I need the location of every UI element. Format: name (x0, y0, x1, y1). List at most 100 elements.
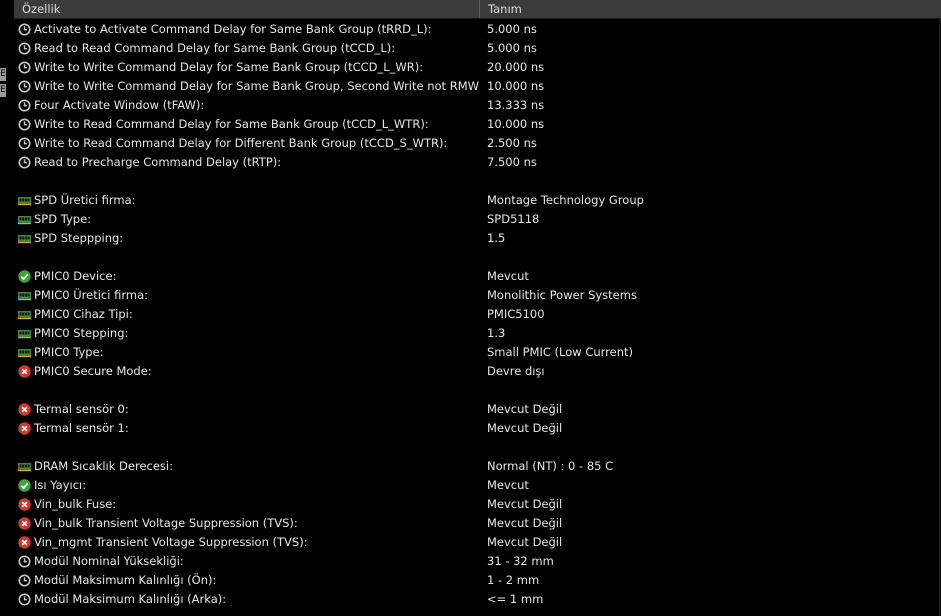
property-value: Mevcut Değil (487, 421, 563, 435)
clock-icon (18, 42, 31, 55)
property-value: 10.000 ns (487, 117, 545, 131)
property-label: Read to Read Command Delay for Same Bank… (34, 41, 396, 55)
table-row[interactable]: Modül Maksimum Kalınlığı (Arka): <= 1 mm (14, 590, 941, 609)
property-value: 2.500 ns (487, 136, 537, 150)
memory-module-icon (18, 232, 31, 245)
spacer-row (14, 172, 941, 191)
table-row[interactable]: Isı Yayıcı: Mevcut (14, 476, 941, 495)
column-header-property[interactable]: Özellik (14, 0, 480, 18)
property-value: 5.000 ns (487, 22, 537, 36)
property-label: PMIC0 Üretici firma: (34, 288, 148, 302)
table-row[interactable]: PMIC0 Cihaz Tipi: PMIC5100 (14, 305, 941, 324)
property-value: Mevcut (487, 478, 529, 492)
table-row[interactable]: Vin_mgmt Transient Voltage Suppression (… (14, 533, 941, 552)
memory-module-icon (18, 460, 31, 473)
property-label: Isı Yayıcı: (34, 478, 87, 492)
property-label: PMIC0 Cihaz Tipi: (34, 307, 133, 321)
clock-icon (18, 555, 31, 568)
table-row[interactable]: Vin_bulk Transient Voltage Suppression (… (14, 514, 941, 533)
property-label: PMIC0 Type: (34, 345, 104, 359)
table-row[interactable]: Four Activate Window (tFAW): 13.333 ns (14, 96, 941, 115)
clock-icon (18, 80, 31, 93)
property-value: Normal (NT) : 0 - 85 C (487, 459, 614, 473)
table-row[interactable]: Read to Precharge Command Delay (tRTP): 7… (14, 153, 941, 172)
property-value: Mevcut Değil (487, 535, 563, 549)
table-row[interactable]: Read to Read Command Delay for Same Bank… (14, 39, 941, 58)
table-row[interactable]: Termal sensör 0: Mevcut Değil (14, 400, 941, 419)
clock-icon (18, 156, 31, 169)
property-value: 1.3 (487, 326, 506, 340)
table-row[interactable]: PMIC0 Stepping: 1.3 (14, 324, 941, 343)
property-value: 20.000 ns (487, 60, 545, 74)
left-pane-item[interactable]: E (0, 84, 6, 97)
property-value: 5.000 ns (487, 41, 537, 55)
property-label: Modül Maksimum Kalınlığı (Ön): (34, 573, 217, 587)
table-row[interactable]: Write to Read Command Delay for Differen… (14, 134, 941, 153)
property-label: Vin_bulk Transient Voltage Suppression (… (34, 516, 298, 530)
clock-icon (18, 137, 31, 150)
property-value: Mevcut (487, 269, 529, 283)
property-value: <= 1 mm (487, 592, 544, 606)
property-value: 7.500 ns (487, 155, 537, 169)
check-icon (18, 270, 31, 283)
table-row[interactable]: Modül Maksimum Kalınlığı (Ön): 1 - 2 mm (14, 571, 941, 590)
memory-module-icon (18, 213, 31, 226)
clock-icon (18, 61, 31, 74)
property-value: 10.000 ns (487, 79, 545, 93)
clock-icon (18, 23, 31, 36)
table-row[interactable]: Termal sensör 1: Mevcut Değil (14, 419, 941, 438)
property-value: 31 - 32 mm (487, 554, 554, 568)
property-value: Montage Technology Group (487, 193, 644, 207)
property-label: DRAM Sıcaklık Derecesi: (34, 459, 173, 473)
spacer-row (14, 248, 941, 267)
property-label: Termal sensör 1: (34, 421, 129, 435)
memory-module-icon (18, 308, 31, 321)
property-label: Read to Precharge Command Delay (tRTP): (34, 155, 282, 169)
property-value: 1 - 2 mm (487, 573, 540, 587)
error-icon (18, 536, 31, 549)
property-label: Modül Nominal Yüksekliği: (34, 554, 184, 568)
error-icon (18, 498, 31, 511)
table-row[interactable]: Modül Nominal Yüksekliği: 31 - 32 mm (14, 552, 941, 571)
clock-icon (18, 593, 31, 606)
memory-module-icon (18, 327, 31, 340)
property-label: Activate to Activate Command Delay for S… (34, 22, 432, 36)
table-row[interactable]: PMIC0 Üretici firma: Monolithic Power Sys… (14, 286, 941, 305)
table-row[interactable]: Vin_bulk Fuse: Mevcut Değil (14, 495, 941, 514)
table-row[interactable]: Write to Write Command Delay for Same Ba… (14, 58, 941, 77)
error-icon (18, 517, 31, 530)
spacer-row (14, 438, 941, 457)
property-value: Devre dışı (487, 364, 545, 378)
list-header: Özellik Tanım (14, 0, 941, 19)
table-row[interactable]: SPD Type: SPD5118 (14, 210, 941, 229)
left-pane-strip: E E (0, 0, 14, 616)
table-row[interactable]: PMIC0 Type: Small PMIC (Low Current) (14, 343, 941, 362)
table-row[interactable]: Write to Write Command Delay for Same Ba… (14, 77, 941, 96)
error-icon (18, 422, 31, 435)
table-row[interactable]: Activate to Activate Command Delay for S… (14, 20, 941, 39)
table-row[interactable]: SPD Steppping: 1.5 (14, 229, 941, 248)
property-label: Modül Maksimum Kalınlığı (Arka): (34, 592, 227, 606)
property-label: SPD Steppping: (34, 231, 124, 245)
left-pane-item[interactable]: E (0, 68, 6, 81)
clock-icon (18, 99, 31, 112)
memory-module-icon (18, 346, 31, 359)
property-value: 1.5 (487, 231, 506, 245)
property-label: Write to Read Command Delay for Same Ban… (34, 117, 429, 131)
property-label: PMIC0 Stepping: (34, 326, 129, 340)
property-label: PMIC0 Secure Mode: (34, 364, 152, 378)
table-row[interactable]: DRAM Sıcaklık Derecesi: Normal (NT) : 0 -… (14, 457, 941, 476)
property-label: SPD Type: (34, 212, 92, 226)
property-label: Termal sensör 0: (34, 402, 129, 416)
error-icon (18, 403, 31, 416)
memory-module-icon (18, 194, 31, 207)
property-label: Write to Read Command Delay for Differen… (34, 136, 448, 150)
table-row[interactable]: Write to Read Command Delay for Same Ban… (14, 115, 941, 134)
memory-module-icon (18, 289, 31, 302)
table-row[interactable]: PMIC0 Device: Mevcut (14, 267, 941, 286)
table-row[interactable]: PMIC0 Secure Mode: Devre dışı (14, 362, 941, 381)
column-header-value[interactable]: Tanım (480, 0, 941, 18)
table-row[interactable]: SPD Üretici firma: Montage Technology Gro… (14, 191, 941, 210)
property-label: Vin_mgmt Transient Voltage Suppression (… (34, 535, 308, 549)
property-label: SPD Üretici firma: (34, 193, 136, 207)
